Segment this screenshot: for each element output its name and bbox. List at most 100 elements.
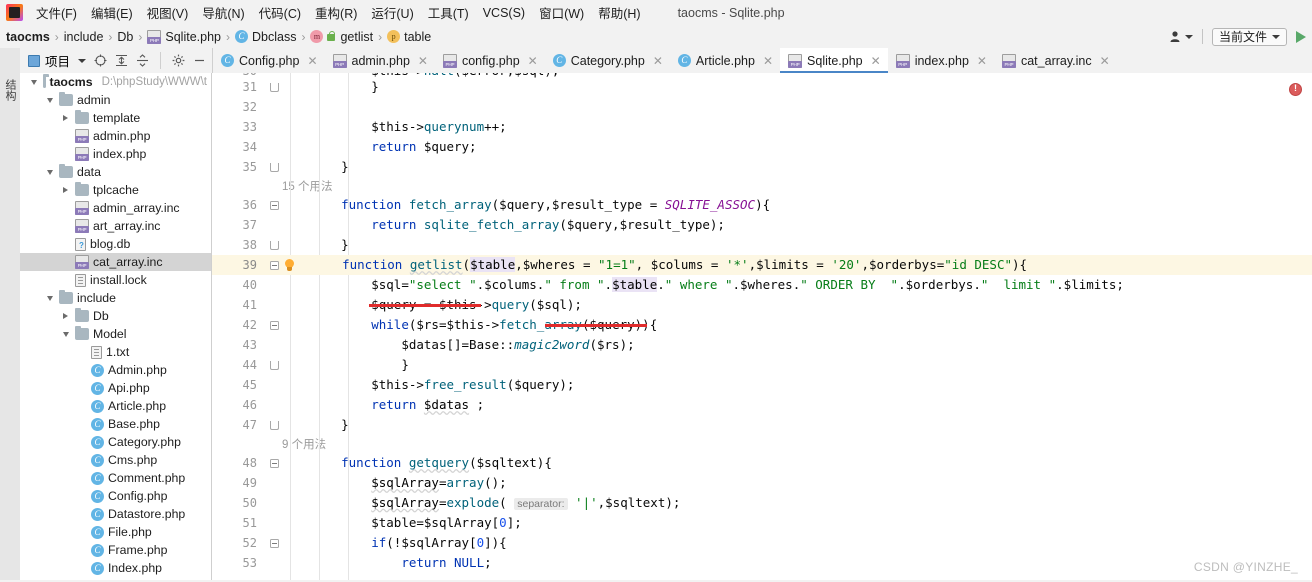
menu-item-file[interactable]: 文件(F) — [29, 0, 84, 25]
tab-article-php[interactable]: C Article.php ✕ — [669, 48, 781, 73]
line-number[interactable]: 33 — [212, 117, 266, 137]
tree-item-datastore-php[interactable]: C Datastore.php — [20, 505, 211, 523]
chevron-right-icon[interactable] — [60, 185, 71, 196]
chevron-right-icon[interactable] — [60, 113, 71, 124]
close-icon[interactable]: ✕ — [763, 54, 773, 68]
code-line-36[interactable]: 36 function fetch_array($query,$result_t… — [212, 195, 1312, 215]
usages-hint-fetch-array[interactable]: 15 个用法 — [212, 177, 1312, 195]
menu-item-refactor[interactable]: 重构(R) — [308, 0, 364, 25]
tree-item-admin-php[interactable]: C Admin.php — [20, 361, 211, 379]
error-indicator[interactable] — [1289, 83, 1302, 96]
tab-cat-array-inc[interactable]: cat_array.inc ✕ — [993, 48, 1117, 73]
breadcrumb-item-getlist[interactable]: m getlist — [310, 30, 373, 44]
menu-item-navigate[interactable]: 导航(N) — [195, 0, 251, 25]
project-panel-title[interactable]: 项目 — [28, 51, 70, 70]
code-line-49[interactable]: 49 $sqlArray=array(); — [212, 473, 1312, 493]
tree-item-frame-php[interactable]: C Frame.php — [20, 541, 211, 559]
code-line-46[interactable]: 46 return $datas ; — [212, 395, 1312, 415]
chevron-down-icon[interactable] — [60, 329, 71, 340]
code-line-53[interactable]: 53 return NULL; — [212, 553, 1312, 573]
code-text[interactable]: if(!$sqlArray[0]){ — [295, 533, 1312, 553]
code-line-45[interactable]: 45 $this->free_result($query); — [212, 375, 1312, 395]
code-line-37[interactable]: 37 return sqlite_fetch_array($query,$res… — [212, 215, 1312, 235]
close-icon[interactable]: ✕ — [653, 54, 663, 68]
tree-item-art-array-inc[interactable]: art_array.inc — [20, 217, 211, 235]
code-text[interactable]: return NULL; — [295, 553, 1312, 573]
menu-item-window[interactable]: 窗口(W) — [532, 0, 591, 25]
fold-collapse-icon[interactable] — [269, 200, 279, 210]
fold-collapse-icon[interactable] — [269, 260, 279, 270]
fold-end-icon[interactable] — [269, 420, 279, 430]
profile-icon[interactable] — [1169, 30, 1193, 43]
breadcrumb-item-include[interactable]: include — [64, 30, 104, 44]
line-number[interactable]: 32 — [212, 97, 266, 117]
code-text[interactable]: while($rs=$this->fetch_array($query)){ — [295, 315, 1312, 335]
code-line-52[interactable]: 52 if(!$sqlArray[0]){ — [212, 533, 1312, 553]
code-text[interactable]: function getquery($sqltext){ — [295, 453, 1312, 473]
line-number[interactable]: 39 — [212, 255, 266, 275]
code-line-50[interactable]: 50 $sqlArray=explode( separator: '|',$sq… — [212, 493, 1312, 513]
code-text[interactable]: $table=$sqlArray[0]; — [295, 513, 1312, 533]
line-number[interactable]: 46 — [212, 395, 266, 415]
code-line-31[interactable]: 31 } — [212, 77, 1312, 97]
run-configuration-selector[interactable]: 当前文件 — [1211, 27, 1287, 46]
menu-item-code[interactable]: 代码(C) — [252, 0, 308, 25]
code-text[interactable]: $sqlArray=explode( separator: '|',$sqlte… — [295, 493, 1312, 514]
collapse-all-icon[interactable] — [136, 54, 149, 67]
tree-item-admin-php[interactable]: admin.php — [20, 127, 211, 145]
usages-hint-getquery[interactable]: 9 个用法 — [212, 435, 1312, 453]
tab-config-php-class[interactable]: C Config.php ✕ — [213, 48, 325, 73]
fold-collapse-icon[interactable] — [269, 458, 279, 468]
close-icon[interactable]: ✕ — [528, 54, 538, 68]
expand-all-icon[interactable] — [115, 54, 128, 67]
tree-item-tplcache[interactable]: tplcache — [20, 181, 211, 199]
code-line-48[interactable]: 48 function getquery($sqltext){ — [212, 453, 1312, 473]
menu-item-view[interactable]: 视图(V) — [140, 0, 196, 25]
chevron-down-icon[interactable] — [78, 58, 87, 63]
code-line-38[interactable]: 38 } — [212, 235, 1312, 255]
chevron-down-icon[interactable] — [44, 293, 55, 304]
tree-item-index-php[interactable]: index.php — [20, 145, 211, 163]
line-number[interactable]: 51 — [212, 513, 266, 533]
tree-item-comment-php[interactable]: C Comment.php — [20, 469, 211, 487]
chevron-down-icon[interactable] — [44, 95, 55, 106]
line-number[interactable]: 47 — [212, 415, 266, 435]
code-text[interactable]: function getlist($table,$wheres = "1=1",… — [296, 255, 1312, 275]
project-tree[interactable]: taocms D:\phpStudy\WWW\t admin template admi… — [20, 73, 212, 580]
code-text[interactable]: } — [295, 157, 1312, 177]
tab-index-php[interactable]: index.php ✕ — [887, 48, 994, 73]
line-number[interactable]: 38 — [212, 235, 266, 255]
code-text[interactable]: return $query; — [295, 137, 1312, 157]
close-icon[interactable]: ✕ — [307, 54, 317, 68]
tree-item-article-php[interactable]: C Article.php — [20, 397, 211, 415]
line-number[interactable]: 50 — [212, 493, 266, 513]
fold-end-icon[interactable] — [269, 360, 279, 370]
tree-item-index-php[interactable]: C Index.php — [20, 559, 211, 577]
code-line-40[interactable]: 40 $sql="select ".$colums." from ".$tabl… — [212, 275, 1312, 295]
close-icon[interactable]: ✕ — [977, 54, 987, 68]
tree-item-taocms[interactable]: taocms D:\phpStudy\WWW\t — [20, 73, 211, 91]
code-text[interactable]: $this->free_result($query); — [295, 375, 1312, 395]
tree-item-base-php[interactable]: C Base.php — [20, 415, 211, 433]
code-text[interactable]: function fetch_array($query,$result_type… — [295, 195, 1312, 215]
line-number[interactable]: 43 — [212, 335, 266, 355]
gear-icon[interactable] — [172, 54, 185, 67]
tree-item-category-php[interactable]: C Category.php — [20, 433, 211, 451]
tree-item-admin[interactable]: admin — [20, 91, 211, 109]
breadcrumb-item-db[interactable]: Db — [117, 30, 133, 44]
code-text[interactable]: $sql="select ".$colums." from ".$table."… — [295, 275, 1312, 295]
tree-item-data[interactable]: data — [20, 163, 211, 181]
breadcrumb-item-table[interactable]: p table — [387, 30, 431, 44]
line-number[interactable]: 34 — [212, 137, 266, 157]
code-text[interactable]: } — [295, 415, 1312, 435]
close-icon[interactable]: ✕ — [418, 54, 428, 68]
menu-item-run[interactable]: 运行(U) — [364, 0, 420, 25]
tree-item-cms-php[interactable]: C Cms.php — [20, 451, 211, 469]
code-line-33[interactable]: 33 $this->querynum++; — [212, 117, 1312, 137]
code-line-44[interactable]: 44 } — [212, 355, 1312, 375]
menu-item-tools[interactable]: 工具(T) — [421, 0, 476, 25]
line-number[interactable]: 53 — [212, 553, 266, 573]
close-icon[interactable]: ✕ — [871, 54, 881, 68]
fold-collapse-icon[interactable] — [269, 538, 279, 548]
code-text[interactable]: } — [295, 77, 1312, 97]
